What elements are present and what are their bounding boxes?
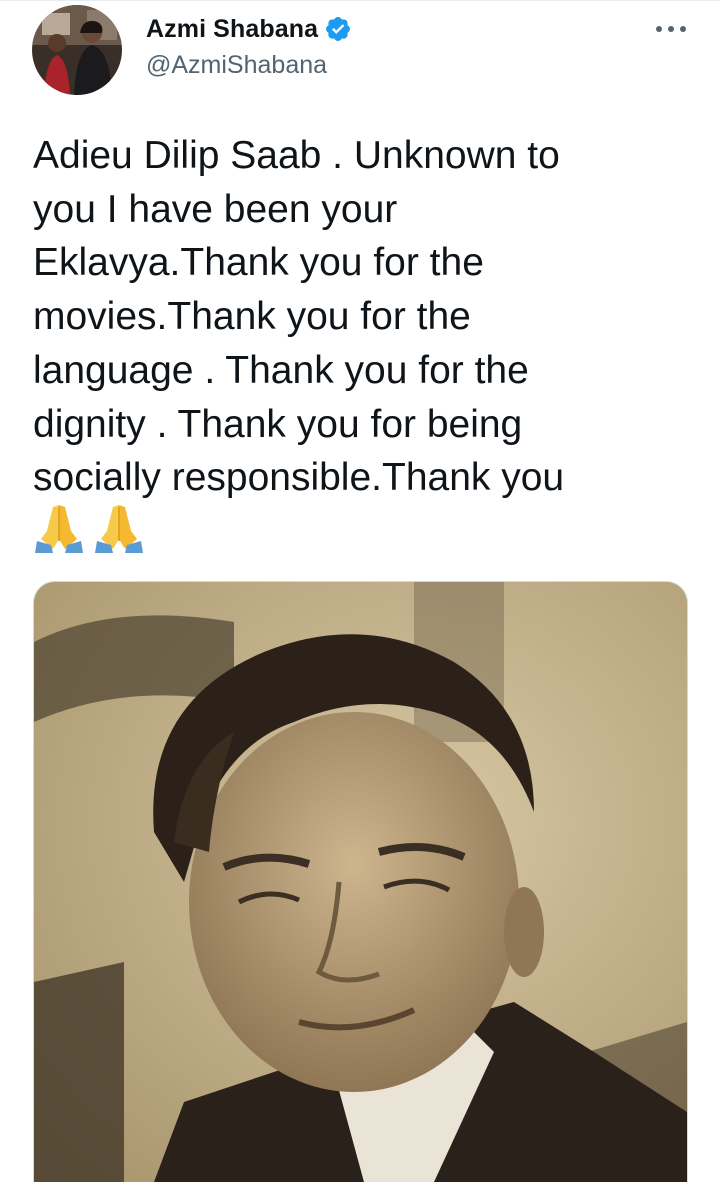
tweet-photo[interactable] — [33, 581, 688, 1182]
avatar[interactable] — [32, 5, 122, 95]
attached-photo — [34, 582, 687, 1182]
folded-hands-emoji — [35, 505, 83, 553]
tweet-text-line: Eklavya.Thank you for the — [33, 241, 484, 285]
tweet-text-line: dignity . Thank you for being — [33, 402, 523, 446]
tweet-text-line: you I have been your — [33, 187, 398, 231]
tweet-text-line: language . Thank you for the — [33, 348, 529, 392]
more-options-icon — [668, 26, 674, 32]
tweet-card: Azmi Shabana @AzmiShabana Adieu Dilip Sa… — [0, 0, 720, 1182]
more-options-icon — [680, 26, 686, 32]
tweet-emojis — [33, 501, 145, 561]
tweet-text: Adieu Dilip Saab . Unknown to you I have… — [33, 129, 673, 505]
tweet-text-line: socially responsible.Thank you — [33, 456, 565, 500]
author-name-row: Azmi Shabana — [146, 13, 352, 45]
more-options-button[interactable] — [656, 17, 686, 41]
more-options-icon — [656, 26, 662, 32]
folded-hands-emoji — [95, 505, 143, 553]
tweet-text-line: movies.Thank you for the — [33, 295, 471, 339]
tweet-text-line: Adieu Dilip Saab . Unknown to — [33, 134, 560, 177]
verified-badge-icon — [324, 15, 352, 43]
author-handle[interactable]: @AzmiShabana — [146, 51, 327, 80]
author-display-name[interactable]: Azmi Shabana — [146, 15, 318, 44]
profile-photo — [32, 5, 122, 95]
